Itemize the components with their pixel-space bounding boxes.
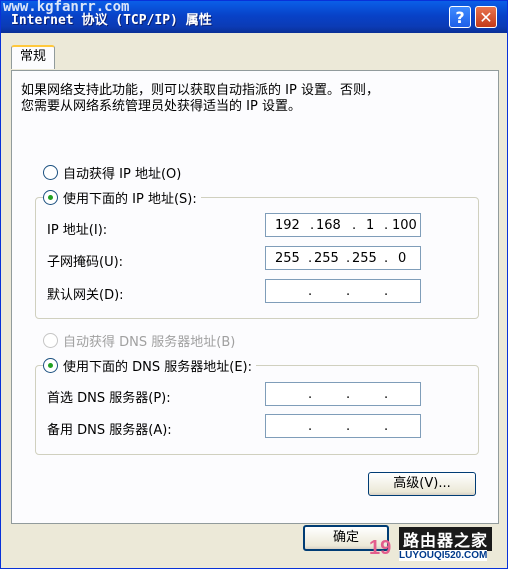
dns-settings-group — [35, 365, 479, 455]
octet-3: 255 — [352, 251, 377, 266]
preferred-dns-input[interactable]: . . . — [265, 382, 421, 406]
advanced-button[interactable]: 高级(V)... — [368, 472, 476, 496]
logo-name: 路由器之家 — [399, 527, 493, 551]
window-title: Internet 协议 (TCP/IP) 属性 — [11, 13, 212, 28]
dot: . — [346, 419, 351, 434]
logo-number: 19 — [369, 537, 392, 559]
subnet-mask-label: 子网掩码(U): — [47, 255, 124, 270]
dot: . — [384, 218, 389, 233]
dot: . — [352, 218, 357, 233]
radio-manual-ip-label: 使用下面的 IP 地址(S): — [63, 192, 197, 207]
dot: . — [310, 218, 315, 233]
radio-auto-dns[interactable]: 自动获得 DNS 服务器地址(B) — [43, 331, 235, 350]
default-gateway-input[interactable]: . . . — [265, 279, 421, 303]
description-text: 如果网络支持此功能，则可以获取自动指派的 IP 设置。否则， 您需要从网络系统管… — [21, 83, 481, 115]
alternate-dns-label: 备用 DNS 服务器(A): — [47, 423, 172, 438]
dot: . — [384, 419, 389, 434]
title-bar[interactable]: www.kgfanrr.com Internet 协议 (TCP/IP) 属性 … — [1, 0, 507, 33]
radio-manual-dns-label: 使用下面的 DNS 服务器地址(E): — [63, 360, 252, 375]
logo-url: LUYOUQI520.COM — [399, 550, 488, 561]
radio-auto-dns-label: 自动获得 DNS 服务器地址(B) — [63, 335, 236, 350]
preferred-dns-label: 首选 DNS 服务器(P): — [47, 391, 171, 406]
octet-2: 168 — [316, 218, 341, 233]
tab-general[interactable]: 常规 — [11, 45, 55, 69]
octet-1: 255 — [275, 251, 300, 266]
close-button[interactable]: ✕ — [475, 6, 497, 28]
dot: . — [308, 387, 313, 402]
ip-address-input[interactable]: 192 . 168 . 1 . 100 — [265, 213, 421, 237]
dot: . — [384, 284, 389, 299]
description-line-1: 如果网络支持此功能，则可以获取自动指派的 IP 设置。否则， — [21, 83, 379, 98]
dot: . — [308, 419, 313, 434]
dot: . — [346, 387, 351, 402]
dot: . — [384, 387, 389, 402]
radio-checked-icon — [43, 358, 58, 373]
octet-1: 192 — [275, 218, 300, 233]
help-button[interactable]: ? — [449, 6, 471, 28]
radio-icon — [43, 165, 58, 180]
octet-4: 0 — [398, 251, 407, 266]
dot: . — [346, 284, 351, 299]
description-line-2: 您需要从网络系统管理员处获得适当的 IP 设置。 — [21, 99, 301, 114]
octet-2: 255 — [314, 251, 339, 266]
close-icon: ✕ — [479, 7, 493, 27]
radio-disabled-icon — [43, 333, 58, 348]
alternate-dns-input[interactable]: . . . — [265, 414, 421, 438]
site-logo: 19 路由器之家 LUYOUQI520.COM — [369, 527, 505, 569]
radio-auto-ip[interactable]: 自动获得 IP 地址(O) — [43, 163, 181, 182]
radio-manual-dns[interactable]: 使用下面的 DNS 服务器地址(E): — [43, 356, 256, 375]
radio-auto-ip-label: 自动获得 IP 地址(O) — [63, 167, 182, 182]
octet-3: 1 — [366, 218, 375, 233]
ip-address-label: IP 地址(I): — [47, 223, 108, 238]
default-gateway-label: 默认网关(D): — [47, 288, 124, 303]
tab-label: 常规 — [19, 49, 46, 64]
radio-manual-ip[interactable]: 使用下面的 IP 地址(S): — [43, 188, 201, 207]
dot: . — [308, 284, 313, 299]
tcpip-properties-dialog: www.kgfanrr.com Internet 协议 (TCP/IP) 属性 … — [0, 0, 508, 569]
octet-4: 100 — [392, 218, 417, 233]
dot: . — [346, 251, 351, 266]
radio-checked-icon — [43, 190, 58, 205]
dot: . — [308, 251, 313, 266]
dot: . — [384, 251, 389, 266]
subnet-mask-input[interactable]: 255 . 255 . 255 . 0 — [265, 246, 421, 270]
question-icon: ? — [455, 7, 465, 27]
